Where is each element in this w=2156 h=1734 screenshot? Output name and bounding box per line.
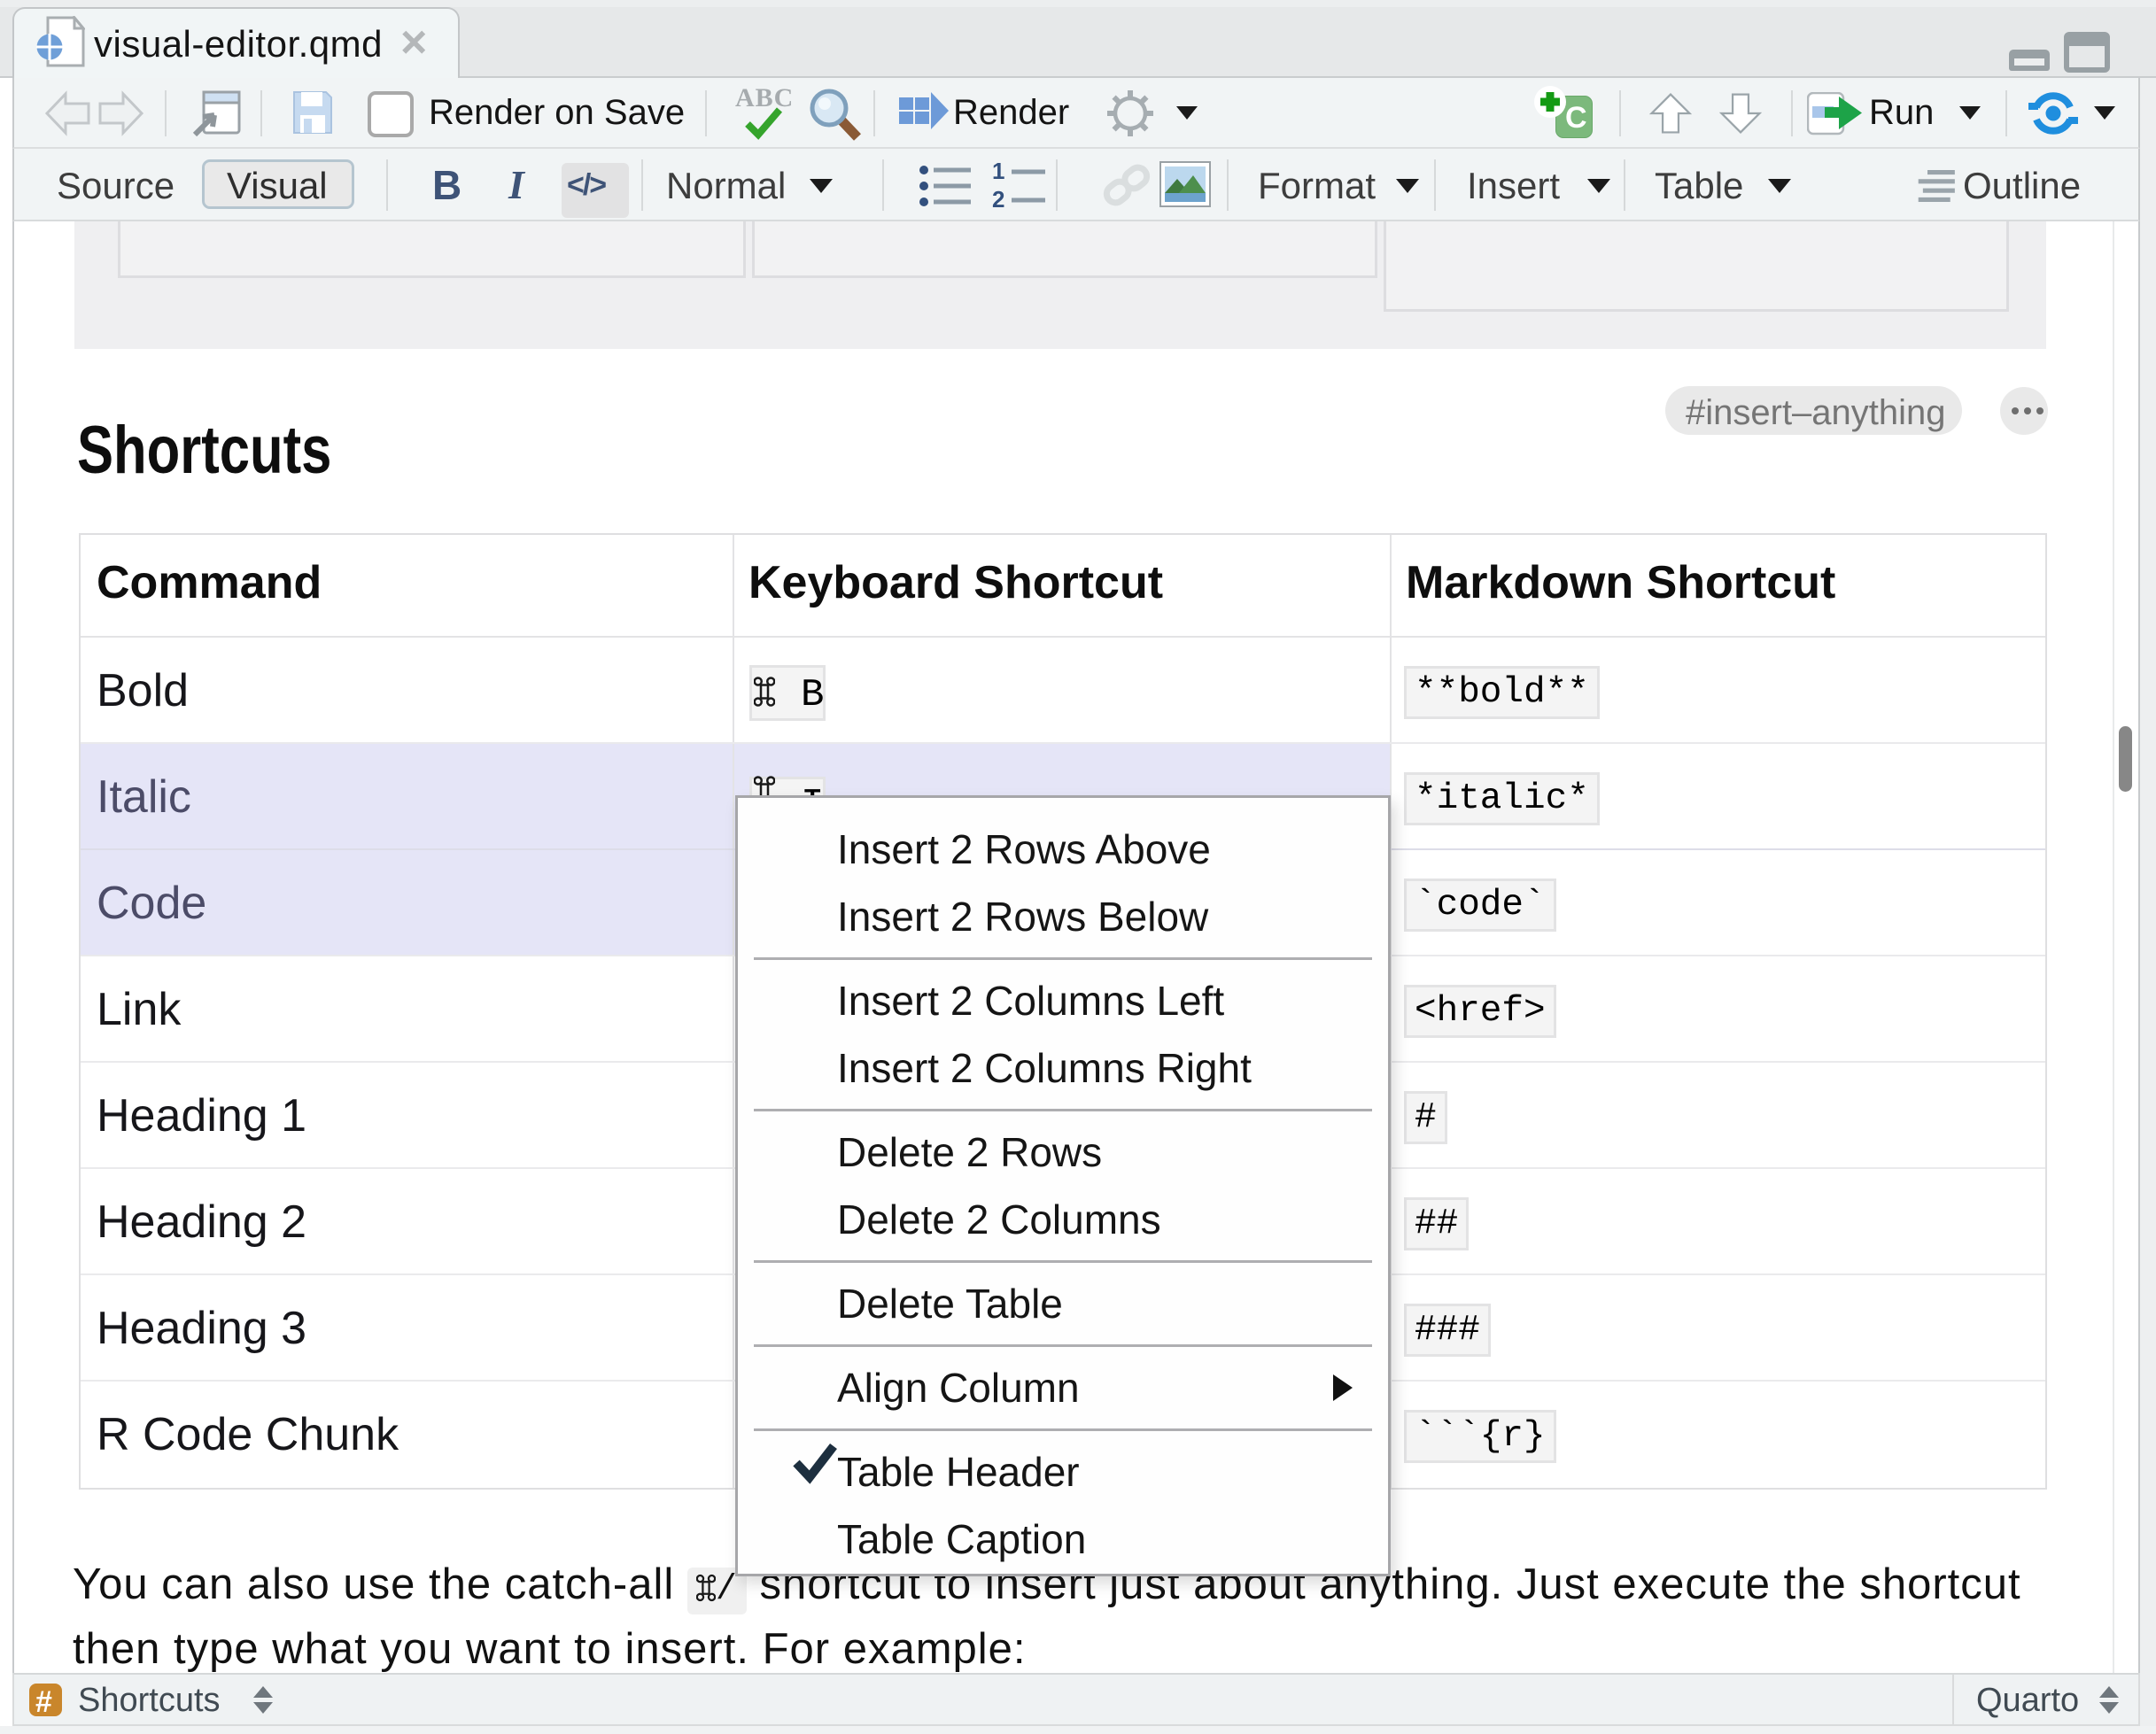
svg-text:2: 2: [992, 186, 1004, 211]
svg-text:1: 1: [992, 161, 1004, 184]
